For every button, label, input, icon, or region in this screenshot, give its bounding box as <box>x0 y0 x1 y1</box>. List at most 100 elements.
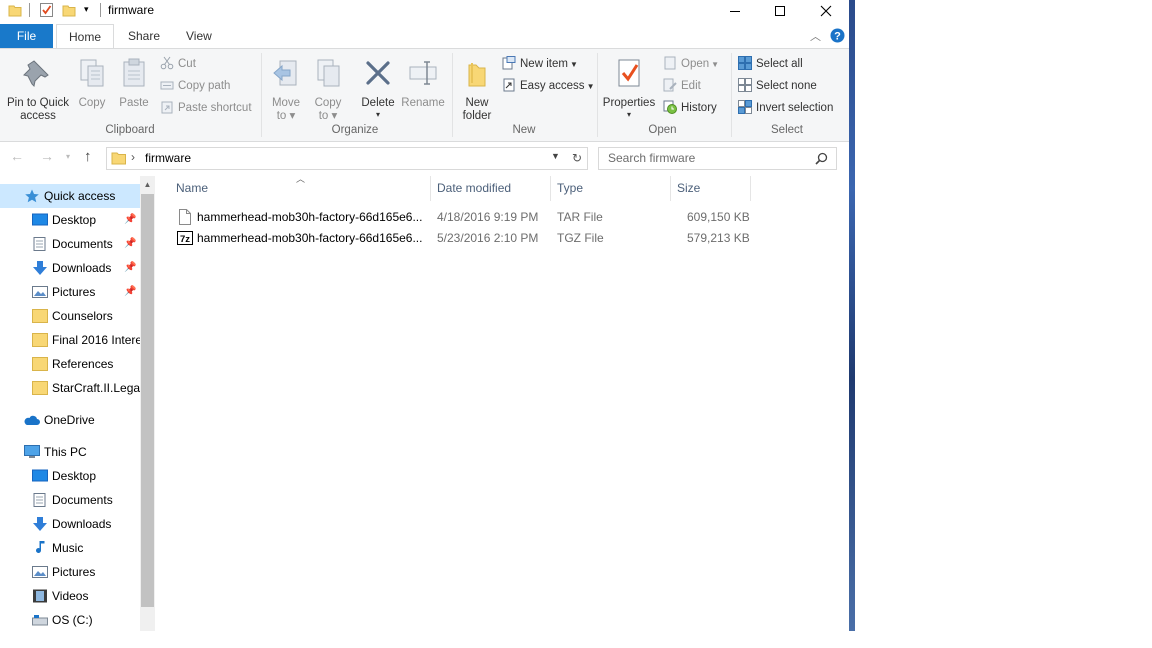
rename-button[interactable]: Rename <box>400 53 446 110</box>
nav-item-pc-videos[interactable]: Videos <box>0 584 140 608</box>
new-folder-button[interactable]: New folder <box>456 53 498 123</box>
address-dropdown-chevron-icon[interactable]: ▼ <box>551 151 560 161</box>
scroll-up-arrow-icon[interactable]: ▲ <box>140 176 155 193</box>
edit-button[interactable]: Edit <box>663 77 701 95</box>
search-icon[interactable] <box>815 152 828 165</box>
ribbon-tab-bar: File Home Share View ︿ ? <box>0 24 849 49</box>
nav-item-documents[interactable]: Documents 📌 <box>0 232 140 256</box>
paste-button[interactable]: Paste <box>114 53 154 110</box>
nav-item-os-drive[interactable]: OS (C:) <box>0 608 140 631</box>
clipboard-group-label: Clipboard <box>105 124 155 136</box>
nav-item-pc-pictures[interactable]: Pictures <box>0 560 140 584</box>
minimize-button[interactable] <box>712 0 758 22</box>
column-header-size[interactable]: Size <box>677 176 700 201</box>
desktop-icon <box>32 469 48 482</box>
nav-item-this-pc[interactable]: This PC <box>0 440 140 464</box>
nav-item-downloads[interactable]: Downloads 📌 <box>0 256 140 280</box>
table-row[interactable]: 7z hammerhead-mob30h-factory-66d165e6...… <box>171 228 751 249</box>
move-to-button[interactable]: Move to ▾ <box>266 53 306 123</box>
nav-item-pc-documents[interactable]: Documents <box>0 488 140 512</box>
file-date: 5/23/2016 2:10 PM <box>437 231 539 245</box>
scrollbar-thumb[interactable] <box>141 194 154 607</box>
pin-to-quick-access-button[interactable]: Pin to Quick access <box>4 53 72 123</box>
paste-shortcut-icon <box>161 101 173 114</box>
file-size: 609,150 KB <box>687 210 750 224</box>
tab-home[interactable]: Home <box>56 24 115 49</box>
customize-qat-chevron-icon[interactable]: ▾ <box>84 4 89 15</box>
column-header-name[interactable]: Name <box>176 176 208 201</box>
nav-item-references[interactable]: References <box>0 352 140 376</box>
file-explorer-window: ▾ firmware File Home Share View ︿ ? Pin … <box>0 0 849 631</box>
column-divider[interactable] <box>670 176 671 201</box>
nav-item-quick-access[interactable]: Quick access <box>0 184 140 208</box>
computer-icon <box>24 445 40 458</box>
nav-item-desktop[interactable]: Desktop 📌 <box>0 208 140 232</box>
close-icon <box>820 5 832 17</box>
minimize-ribbon-chevron-icon[interactable]: ︿ <box>810 28 821 44</box>
invert-selection-button[interactable]: Invert selection <box>738 99 833 117</box>
column-header-type[interactable]: Type <box>557 176 583 201</box>
search-input[interactable]: Search firmware <box>598 147 837 170</box>
new-folder-qat-icon[interactable] <box>62 3 76 17</box>
history-button[interactable]: History <box>663 99 717 117</box>
new-item-button[interactable]: New item ▼ <box>502 55 578 73</box>
breadcrumb[interactable]: firmware <box>145 151 191 165</box>
file-name: hammerhead-mob30h-factory-66d165e6... <box>197 210 423 224</box>
open-button[interactable]: Open ▼ <box>663 55 719 73</box>
maximize-button[interactable] <box>757 0 803 22</box>
folder-icon <box>111 152 126 165</box>
history-icon <box>663 100 677 114</box>
documents-icon <box>33 493 46 507</box>
pin-icon[interactable]: 📌 <box>124 208 136 232</box>
delete-button[interactable]: Delete ▾ <box>356 53 400 119</box>
copy-button[interactable]: Copy <box>72 53 112 110</box>
tab-view[interactable]: View <box>174 24 224 48</box>
delete-x-icon <box>366 61 390 85</box>
open-group-label: Open <box>648 124 677 136</box>
refresh-button[interactable]: ↻ <box>567 147 588 170</box>
column-header-date-modified[interactable]: Date modified <box>437 176 511 201</box>
close-button[interactable] <box>803 0 849 22</box>
cut-button[interactable]: Cut <box>160 55 196 73</box>
nav-item-pc-downloads[interactable]: Downloads <box>0 512 140 536</box>
forward-arrow-icon[interactable]: → <box>40 148 54 164</box>
pin-icon[interactable]: 📌 <box>124 256 136 280</box>
nav-pane-scrollbar[interactable]: ▲ <box>140 176 155 631</box>
film-icon <box>33 589 47 603</box>
copy-path-button[interactable]: Copy path <box>160 77 230 95</box>
tab-share[interactable]: Share <box>116 24 172 48</box>
nav-item-starcraft[interactable]: StarCraft.II.Legacy <box>0 376 140 400</box>
easy-access-icon <box>503 78 515 92</box>
nav-item-pc-desktop[interactable]: Desktop <box>0 464 140 488</box>
pin-icon[interactable]: 📌 <box>124 232 136 256</box>
breadcrumb-separator[interactable]: › <box>131 150 135 164</box>
table-row[interactable]: hammerhead-mob30h-factory-66d165e6... 4/… <box>171 207 751 228</box>
column-divider[interactable] <box>750 176 751 201</box>
copy-to-button[interactable]: Copy to ▾ <box>308 53 348 123</box>
properties-qat-icon[interactable] <box>39 2 54 18</box>
up-arrow-icon[interactable]: ↑ <box>84 148 92 165</box>
recent-locations-chevron-icon[interactable]: ▾ <box>66 152 70 161</box>
svg-text:?: ? <box>834 31 841 43</box>
nav-item-counselors[interactable]: Counselors <box>0 304 140 328</box>
nav-item-onedrive[interactable]: OneDrive <box>0 408 140 432</box>
select-none-button[interactable]: Select none <box>738 77 817 95</box>
nav-item-pictures[interactable]: Pictures 📌 <box>0 280 140 304</box>
column-divider[interactable] <box>550 176 551 201</box>
select-all-button[interactable]: Select all <box>738 55 803 73</box>
help-icon[interactable]: ? <box>830 28 845 43</box>
tab-file[interactable]: File <box>0 24 53 48</box>
easy-access-button[interactable]: Easy access ▼ <box>502 77 594 95</box>
nav-item-pc-music[interactable]: Music <box>0 536 140 560</box>
toolbar-separator <box>29 3 30 17</box>
pin-icon[interactable]: 📌 <box>124 280 136 304</box>
paste-shortcut-button[interactable]: Paste shortcut <box>160 99 252 117</box>
back-arrow-icon[interactable]: ← <box>10 148 24 164</box>
folder-icon <box>32 333 48 347</box>
column-divider[interactable] <box>430 176 431 201</box>
properties-button[interactable]: Properties ▾ <box>601 53 657 119</box>
title-bar: ▾ firmware <box>0 0 849 22</box>
nav-item-final-2016[interactable]: Final 2016 Interes <box>0 328 140 352</box>
address-bar[interactable]: › firmware ▼ <box>106 147 568 170</box>
group-separator <box>731 53 732 137</box>
